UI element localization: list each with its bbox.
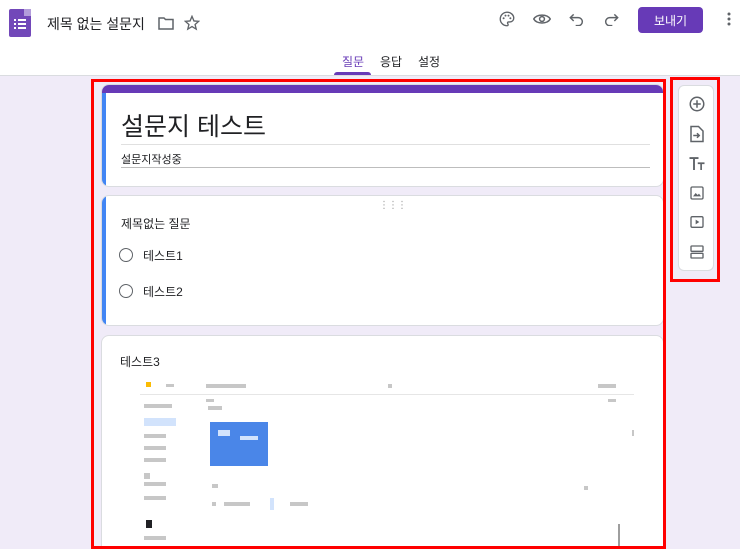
tab-questions[interactable]: 질문 <box>342 53 364 70</box>
option-label: 테스트1 <box>143 248 183 263</box>
radio-button[interactable] <box>119 284 133 298</box>
undo-icon[interactable] <box>566 8 588 30</box>
star-icon[interactable] <box>181 12 203 34</box>
document-title[interactable]: 제목 없는 설문지 <box>47 14 145 34</box>
tab-bar: 질문 응답 설정 <box>0 50 740 76</box>
add-image-icon[interactable] <box>686 182 708 204</box>
more-options-icon[interactable] <box>718 8 740 30</box>
add-question-icon[interactable] <box>686 93 708 115</box>
option-item[interactable]: 테스트1 <box>119 246 183 264</box>
preview-eye-icon[interactable] <box>531 8 553 30</box>
title-divider <box>121 144 650 145</box>
tab-settings[interactable]: 설정 <box>418 53 440 70</box>
tab-responses[interactable]: 응답 <box>380 53 402 70</box>
question-title[interactable]: 제목없는 질문 <box>121 215 191 232</box>
forms-app-icon[interactable] <box>9 9 31 37</box>
drag-handle-icon[interactable]: ⋮⋮⋮ <box>379 200 407 211</box>
title-card-accent-bar <box>102 85 663 93</box>
question-card[interactable]: ⋮⋮⋮ 제목없는 질문 테스트1 테스트2 <box>101 195 664 326</box>
description-divider <box>121 167 650 168</box>
option-label: 테스트2 <box>143 284 183 299</box>
image-item-card[interactable]: 테스트3 <box>101 335 664 549</box>
embedded-screenshot-image <box>140 378 634 548</box>
redo-icon[interactable] <box>600 8 622 30</box>
floating-toolbar <box>678 85 714 271</box>
active-tab-indicator <box>334 72 371 75</box>
image-item-title[interactable]: 테스트3 <box>120 353 160 370</box>
add-title-icon[interactable] <box>686 153 708 175</box>
top-header: 제목 없는 설문지 보내기 질문 응답 설정 <box>0 0 740 76</box>
form-title[interactable]: 설문지 테스트 <box>121 107 266 143</box>
form-description[interactable]: 설문지작성중 <box>121 151 182 167</box>
active-card-indicator <box>102 196 106 325</box>
option-item[interactable]: 테스트2 <box>119 282 183 300</box>
radio-button[interactable] <box>119 248 133 262</box>
form-title-card[interactable]: 설문지 테스트 설문지작성중 <box>101 84 664 187</box>
add-video-icon[interactable] <box>686 211 708 233</box>
send-button[interactable]: 보내기 <box>638 7 703 33</box>
palette-icon[interactable] <box>496 8 518 30</box>
add-section-icon[interactable] <box>686 241 708 263</box>
active-card-indicator <box>102 93 106 186</box>
folder-icon[interactable] <box>155 12 177 34</box>
import-questions-icon[interactable] <box>686 123 708 145</box>
